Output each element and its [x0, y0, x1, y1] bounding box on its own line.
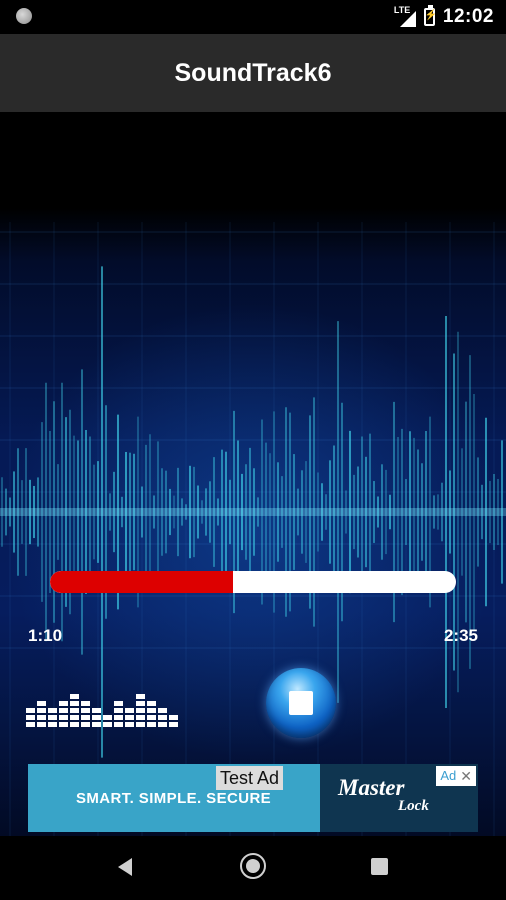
- ad-choices[interactable]: Ad ✕: [436, 766, 476, 786]
- seek-bar[interactable]: [50, 571, 456, 593]
- ad-slogan: SMART. SIMPLE. SECURE: [76, 790, 272, 807]
- home-icon[interactable]: [240, 853, 266, 879]
- app-title: SoundTrack6: [174, 58, 332, 87]
- notification-dot-icon: [16, 8, 32, 24]
- recents-icon[interactable]: [371, 858, 388, 875]
- status-icons: LTE 12:02: [394, 5, 494, 29]
- status-bar: LTE 12:02: [0, 0, 506, 34]
- signal-icon: LTE: [394, 5, 416, 27]
- navigation-bar: [0, 836, 506, 900]
- ad-brand-name: Master: [338, 775, 405, 800]
- app-bar: SoundTrack6: [0, 34, 506, 112]
- battery-charging-icon: [423, 5, 437, 26]
- player-area: 1:10 2:35: [0, 112, 506, 836]
- stop-icon: [289, 691, 313, 715]
- ad-close-icon[interactable]: ✕: [460, 766, 472, 786]
- total-time: 2:35: [443, 626, 478, 645]
- equalizer-icon[interactable]: [26, 686, 184, 728]
- stop-button[interactable]: [266, 668, 336, 738]
- test-ad-label: Test Ad: [216, 766, 284, 790]
- ad-choices-label: Ad: [440, 768, 457, 783]
- back-icon[interactable]: [118, 858, 132, 876]
- status-time: 12:02: [442, 6, 494, 27]
- seek-bar-progress: [50, 571, 233, 593]
- current-time: 1:10: [28, 626, 63, 645]
- signal-strength-icon: [399, 11, 416, 27]
- ad-brand-sub: Lock: [398, 798, 429, 814]
